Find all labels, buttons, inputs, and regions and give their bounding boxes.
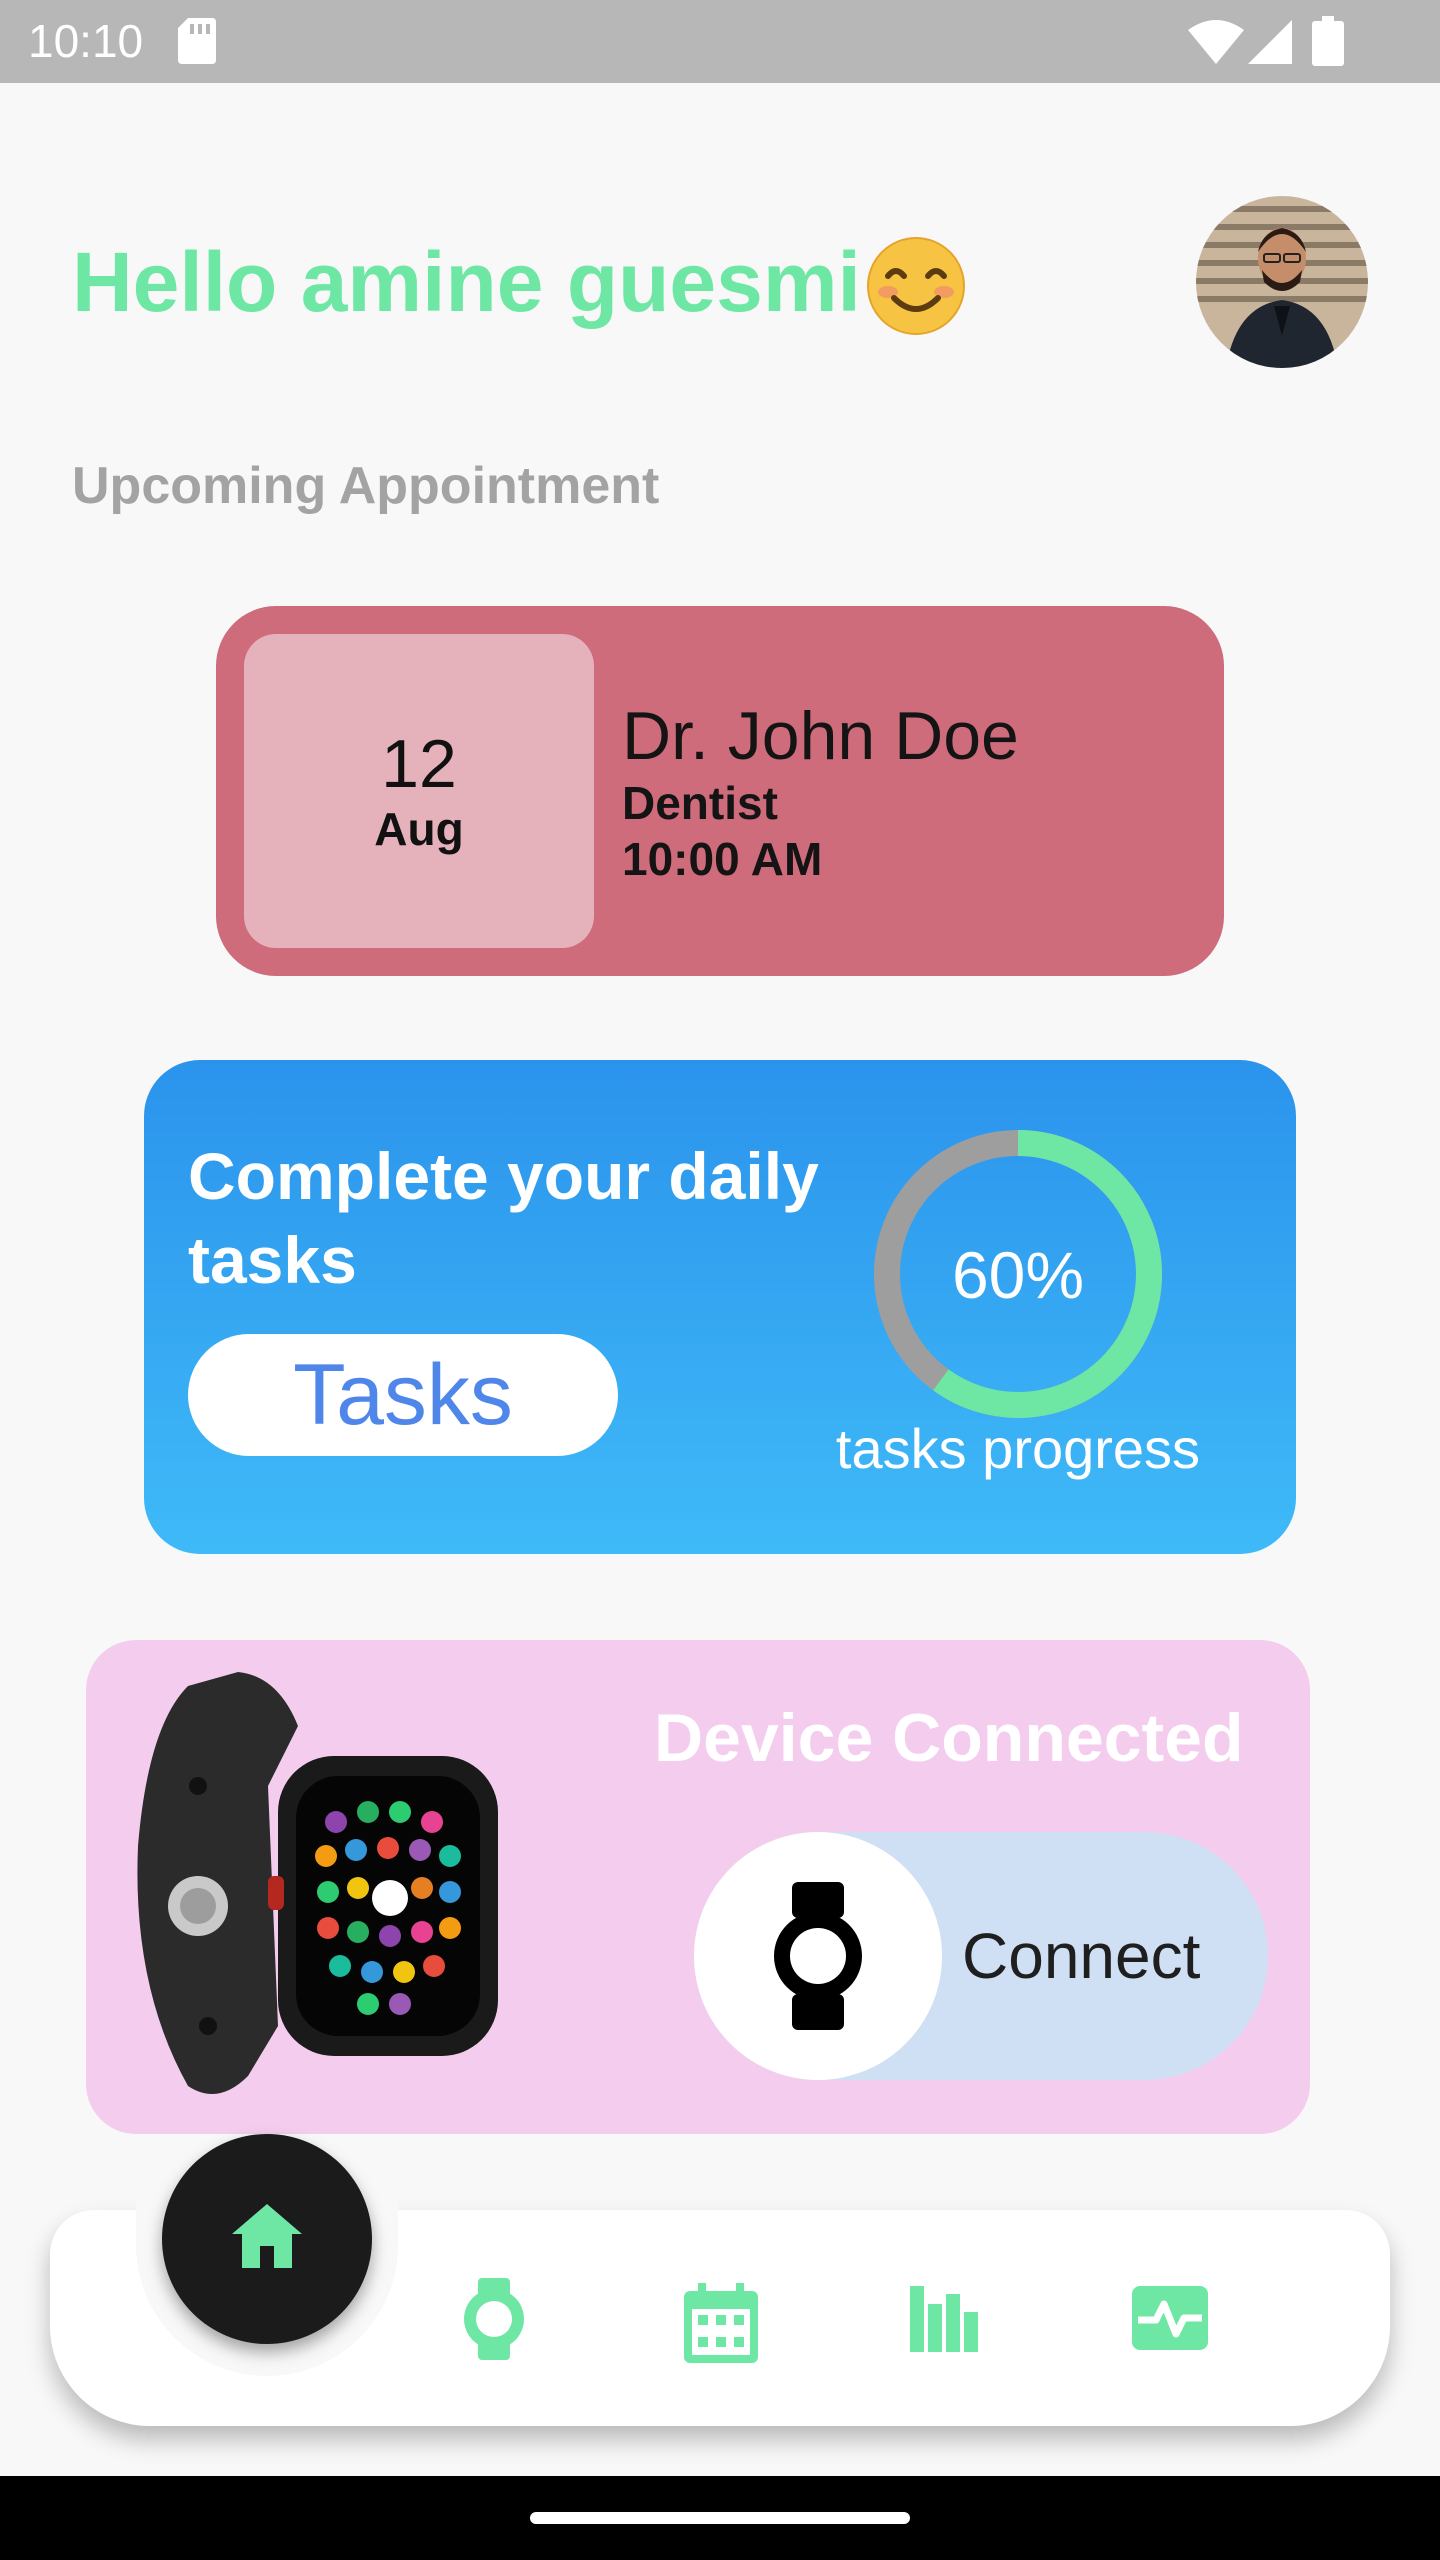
smiling-face-icon bbox=[867, 237, 965, 335]
upcoming-appointment-title: Upcoming Appointment bbox=[72, 457, 660, 515]
status-time: 10:10 bbox=[28, 15, 144, 67]
smartwatch-image bbox=[137, 1672, 498, 2094]
nav-stats-icon[interactable] bbox=[910, 2286, 978, 2352]
watch-icon bbox=[774, 1882, 862, 2030]
appointment-time: 10:00 AM bbox=[622, 833, 823, 885]
tasks-progress-label: tasks progress bbox=[835, 1417, 1201, 1480]
tasks-progress-value: 60% bbox=[951, 1238, 1085, 1312]
device-status-label: Device Connected bbox=[654, 1700, 1244, 1776]
profile-avatar[interactable] bbox=[1196, 196, 1368, 368]
doctor-name: Dr. John Doe bbox=[622, 698, 1019, 774]
appointment-month: Aug bbox=[374, 803, 464, 855]
home-icon bbox=[232, 2204, 302, 2268]
home-indicator[interactable] bbox=[530, 2512, 910, 2524]
battery-icon bbox=[1312, 16, 1344, 66]
connect-label: Connect bbox=[962, 1920, 1201, 1992]
nav-health-icon[interactable] bbox=[1132, 2286, 1208, 2350]
profile-photo bbox=[1196, 196, 1368, 368]
tasks-heading: Complete your daily tasks bbox=[188, 1139, 819, 1297]
nav-watch-icon[interactable] bbox=[460, 2278, 528, 2360]
doctor-specialty: Dentist bbox=[622, 777, 778, 829]
signal-icon bbox=[1248, 20, 1292, 64]
greeting-text: Hello amine guesmi bbox=[72, 235, 861, 329]
appointment-day: 12 bbox=[381, 726, 457, 802]
wifi-icon bbox=[1188, 20, 1244, 64]
nav-calendar-icon[interactable] bbox=[684, 2282, 758, 2364]
sd-card-icon bbox=[178, 18, 216, 64]
tasks-button[interactable]: Tasks bbox=[188, 1334, 618, 1456]
